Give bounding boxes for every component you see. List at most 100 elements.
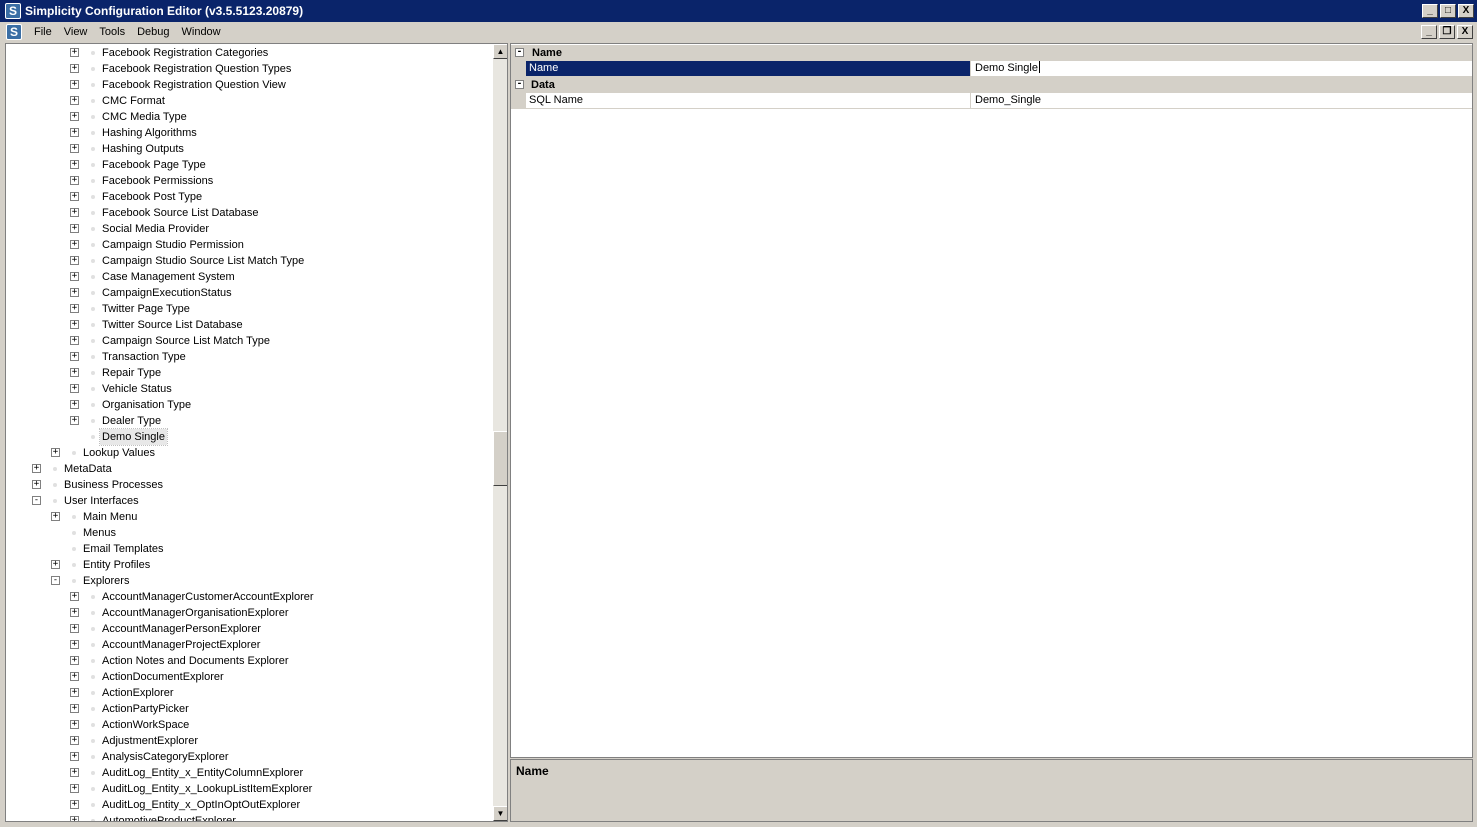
expand-icon[interactable]: + [70,80,79,89]
tree-node-label[interactable]: Dealer Type [100,413,163,429]
menu-file[interactable]: File [28,26,58,38]
tree-node[interactable]: + ActionWorkSpace [6,717,493,733]
tree-node[interactable]: + ActionDocumentExplorer [6,669,493,685]
menu-debug[interactable]: Debug [131,26,175,38]
tree-node-label[interactable]: Hashing Outputs [100,141,186,157]
expand-icon[interactable]: + [70,608,79,617]
tree-node[interactable]: + CMC Format [6,93,493,109]
expand-icon[interactable]: + [70,112,79,121]
tree-node-label[interactable]: AccountManagerPersonExplorer [100,621,263,637]
tree-node[interactable]: + Facebook Source List Database [6,205,493,221]
expand-icon[interactable]: + [70,704,79,713]
tree-node-label[interactable]: MetaData [62,461,114,477]
expand-icon[interactable]: + [70,736,79,745]
tree-node[interactable]: + Facebook Registration Question Types [6,61,493,77]
expand-icon[interactable]: + [70,64,79,73]
tree-node-label[interactable]: Lookup Values [81,445,157,461]
tree-node[interactable]: + CampaignExecutionStatus [6,285,493,301]
scroll-up-button[interactable]: ▲ [493,44,507,59]
expand-icon[interactable]: + [70,800,79,809]
expand-icon[interactable]: + [70,384,79,393]
tree-node[interactable]: + Vehicle Status [6,381,493,397]
tree-node[interactable]: + Hashing Outputs [6,141,493,157]
tree-node[interactable]: + Campaign Studio Source List Match Type [6,253,493,269]
expand-icon[interactable]: + [70,672,79,681]
expand-icon[interactable]: + [70,240,79,249]
tree-node[interactable]: + Dealer Type [6,413,493,429]
expand-icon[interactable]: + [70,272,79,281]
tree-node[interactable]: - Explorers [6,573,493,589]
expand-icon[interactable]: + [70,784,79,793]
property-row-name[interactable]: Name Demo Single [511,61,1472,77]
expand-icon[interactable]: + [70,96,79,105]
tree-node-label[interactable]: Business Processes [62,477,165,493]
expand-icon[interactable]: + [70,176,79,185]
tree-node[interactable]: + Campaign Source List Match Type [6,333,493,349]
tree-node[interactable]: - User Interfaces [6,493,493,509]
tree-node-label[interactable]: Case Management System [100,269,237,285]
tree-node[interactable]: + AccountManagerPersonExplorer [6,621,493,637]
tree-node-label[interactable]: AuditLog_Entity_x_EntityColumnExplorer [100,765,305,781]
tree-node-label[interactable]: ActionPartyPicker [100,701,191,717]
tree-node[interactable]: + Twitter Source List Database [6,317,493,333]
tree-node-label[interactable]: Facebook Post Type [100,189,204,205]
tree-node-label[interactable]: ActionDocumentExplorer [100,669,226,685]
menu-window[interactable]: Window [176,26,227,38]
expand-icon[interactable]: + [70,816,79,821]
tree-node-label[interactable]: Twitter Page Type [100,301,192,317]
maximize-button[interactable]: □ [1440,4,1456,18]
expand-icon[interactable]: + [70,144,79,153]
tree-node[interactable]: + AccountManagerProjectExplorer [6,637,493,653]
tree-node-label[interactable]: Campaign Studio Source List Match Type [100,253,306,269]
collapse-icon[interactable]: - [32,496,41,505]
tree-node-label[interactable]: AnalysisCategoryExplorer [100,749,231,765]
tree-node[interactable]: + Facebook Post Type [6,189,493,205]
expand-icon[interactable]: + [70,288,79,297]
expand-icon[interactable]: + [32,464,41,473]
tree-node[interactable]: + AuditLog_Entity_x_EntityColumnExplorer [6,765,493,781]
close-button[interactable]: X [1458,4,1474,18]
tree-node[interactable]: Email Templates [6,541,493,557]
tree-node[interactable]: + AdjustmentExplorer [6,733,493,749]
tree-node-label[interactable]: AccountManagerProjectExplorer [100,637,262,653]
tree-node[interactable]: Demo Single [6,428,493,446]
expand-icon[interactable]: + [70,400,79,409]
property-value[interactable]: Demo_Single [971,93,1472,109]
tree-node-label[interactable]: AuditLog_Entity_x_OptInOptOutExplorer [100,797,302,813]
tree-node-label[interactable]: Hashing Algorithms [100,125,199,141]
expand-icon[interactable]: + [70,320,79,329]
tree-node-label[interactable]: CMC Format [100,93,167,109]
mdi-minimize-button[interactable]: _ [1421,25,1437,39]
tree-node[interactable]: + Hashing Algorithms [6,125,493,141]
tree-node[interactable]: + Facebook Registration Question View [6,77,493,93]
category-data[interactable]: - Data [511,77,1472,93]
tree-node[interactable]: + Facebook Page Type [6,157,493,173]
expand-icon[interactable]: + [70,160,79,169]
scroll-thumb[interactable] [493,431,507,486]
tree-node-label[interactable]: AdjustmentExplorer [100,733,200,749]
tree-node-label[interactable]: Social Media Provider [100,221,211,237]
tree-node-label[interactable]: Demo Single [99,428,168,446]
tree-node-label[interactable]: Facebook Source List Database [100,205,261,221]
expand-icon[interactable]: + [32,480,41,489]
tree-node[interactable]: + AccountManagerOrganisationExplorer [6,605,493,621]
expand-icon[interactable]: + [70,640,79,649]
tree-node[interactable]: + Transaction Type [6,349,493,365]
tree-node-label[interactable]: Vehicle Status [100,381,174,397]
tree-node-label[interactable]: Repair Type [100,365,163,381]
mdi-restore-button[interactable]: ❐ [1439,25,1455,39]
tree-node-label[interactable]: AuditLog_Entity_x_LookupListItemExplorer [100,781,314,797]
tree-node-label[interactable]: Facebook Registration Categories [100,45,270,61]
expand-icon[interactable]: + [70,48,79,57]
collapse-icon[interactable]: - [51,576,60,585]
expand-icon[interactable]: + [70,224,79,233]
expand-icon[interactable]: + [51,448,60,457]
expand-icon[interactable]: + [70,256,79,265]
expand-icon[interactable]: + [70,592,79,601]
expand-icon[interactable]: + [70,720,79,729]
tree-node[interactable]: + CMC Media Type [6,109,493,125]
tree-node[interactable]: + Lookup Values [6,445,493,461]
tree-node-label[interactable]: User Interfaces [62,493,141,509]
tree-node-label[interactable]: ActionExplorer [100,685,176,701]
tree-node-label[interactable]: Main Menu [81,509,139,525]
